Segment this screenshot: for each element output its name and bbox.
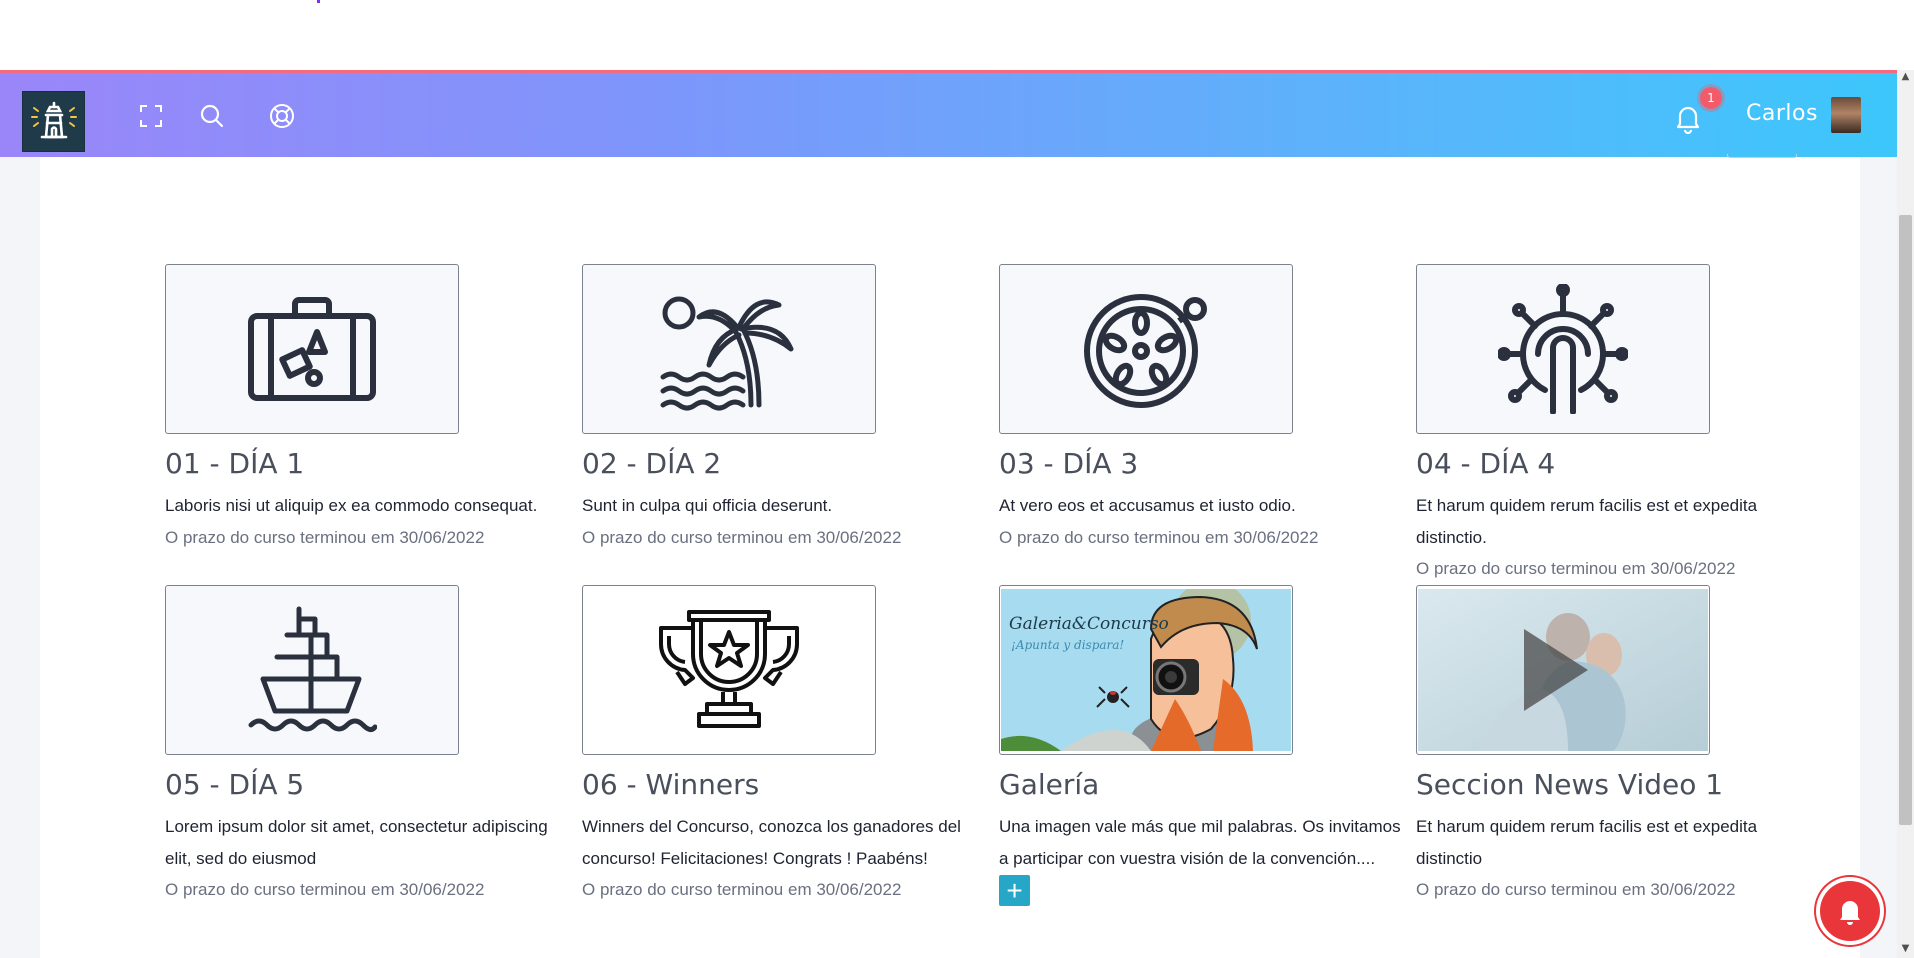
card-description: At vero eos et accusamus et iusto odio. …	[999, 490, 1404, 553]
ship-wheel-icon[interactable]	[1416, 264, 1710, 434]
card-description-text: Et harum quidem rerum facilis est et exp…	[1416, 817, 1758, 868]
lighthouse-logo-icon[interactable]	[22, 91, 85, 152]
card-description: Lorem ipsum dolor sit amet, consectetur …	[165, 811, 570, 906]
card-description-text: Laboris nisi ut aliquip ex ea commodo co…	[165, 496, 538, 515]
scroll-up-icon[interactable]: ▲	[1900, 72, 1911, 82]
fullscreen-icon[interactable]	[136, 101, 166, 131]
top-cursor-mark	[317, 0, 320, 3]
palm-beach-icon[interactable]	[582, 264, 876, 434]
search-icon[interactable]	[197, 101, 227, 131]
card-description-text: Et harum quidem rerum facilis est et exp…	[1416, 496, 1758, 547]
user-name[interactable]: Carlos	[1746, 101, 1818, 126]
lifebuoy-icon[interactable]	[267, 101, 297, 131]
card-deadline: O prazo do curso terminou em 30/06/2022	[1416, 559, 1736, 578]
card-description-text: Winners del Concurso, conozca los ganado…	[582, 817, 961, 868]
top-bar-area	[0, 0, 1914, 70]
card-description-text: Lorem ipsum dolor sit amet, consectetur …	[165, 817, 548, 868]
card-title[interactable]: 04 - DÍA 4	[1416, 447, 1555, 480]
paella-icon[interactable]	[999, 264, 1293, 434]
card-title[interactable]: 05 - DÍA 5	[165, 768, 304, 801]
card-description: Una imagen vale más que mil palabras. Os…	[999, 811, 1404, 907]
hidden-header-button[interactable]	[1727, 154, 1797, 158]
scroll-down-icon[interactable]: ▼	[1900, 944, 1911, 954]
gallery-image-title: Galeria&Concurso	[1009, 614, 1169, 634]
gallery-image-subtitle: ¡Apunta y dispara!	[1011, 638, 1124, 652]
card-title[interactable]: 01 - DÍA 1	[165, 447, 304, 480]
card-description: Sunt in culpa qui officia deserunt. O pr…	[582, 490, 987, 553]
bell-icon	[1840, 901, 1860, 925]
chat-notification-button[interactable]	[1820, 881, 1880, 941]
card-title[interactable]: 03 - DÍA 3	[999, 447, 1138, 480]
card-title[interactable]: Seccion News Video 1	[1416, 768, 1723, 801]
card-deadline: O prazo do curso terminou em 30/06/2022	[582, 527, 902, 547]
avatar[interactable]	[1831, 97, 1861, 133]
trophy-icon[interactable]	[582, 585, 876, 755]
card-deadline: O prazo do curso terminou em 30/06/2022	[165, 880, 485, 899]
card-description-text: Una imagen vale más que mil palabras. Os…	[999, 817, 1401, 868]
card-title[interactable]: Galería	[999, 768, 1099, 801]
card-title[interactable]: 06 - Winners	[582, 768, 759, 801]
card-description: Et harum quidem rerum facilis est et exp…	[1416, 490, 1821, 585]
card-title[interactable]: 02 - DÍA 2	[582, 447, 721, 480]
suitcase-icon[interactable]	[165, 264, 459, 434]
card-deadline: O prazo do curso terminou em 30/06/2022	[1416, 880, 1736, 899]
card-deadline: O prazo do curso terminou em 30/06/2022	[999, 527, 1319, 547]
card-description: Laboris nisi ut aliquip ex ea commodo co…	[165, 490, 570, 553]
card-description-text: Sunt in culpa qui officia deserunt.	[582, 496, 833, 515]
page: 1 Carlos 01 - DÍA 1 Laboris nisi ut aliq…	[0, 0, 1914, 958]
card-deadline: O prazo do curso terminou em 30/06/2022	[165, 527, 485, 547]
video-thumbnail[interactable]	[1416, 585, 1710, 755]
notification-badge[interactable]: 1	[1700, 87, 1722, 109]
bell-icon[interactable]	[1672, 102, 1704, 135]
cruise-ship-icon[interactable]	[165, 585, 459, 755]
gallery-contest-image[interactable]: Galeria&Concurso ¡Apunta y dispara!	[999, 585, 1293, 755]
card-deadline: O prazo do curso terminou em 30/06/2022	[582, 880, 902, 899]
card-description-text: At vero eos et accusamus et iusto odio.	[999, 496, 1296, 515]
scrollbar-thumb[interactable]	[1899, 215, 1912, 825]
card-description: Winners del Concurso, conozca los ganado…	[582, 811, 987, 906]
read-more-button[interactable]: +	[999, 875, 1030, 907]
card-description: Et harum quidem rerum facilis est et exp…	[1416, 811, 1821, 906]
top-navbar: 1 Carlos	[0, 70, 1897, 157]
